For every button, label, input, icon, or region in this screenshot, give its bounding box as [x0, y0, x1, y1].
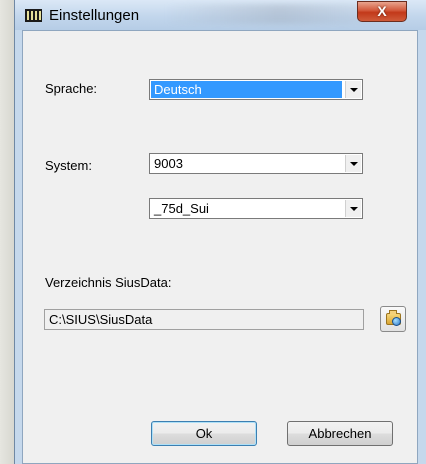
system-value: 9003 [154, 156, 183, 171]
language-dropdown[interactable]: Deutsch [149, 79, 363, 100]
system-variant-dropdown[interactable]: _75d_Sui [149, 198, 363, 219]
globe-icon [392, 317, 401, 326]
chevron-down-icon[interactable] [345, 81, 361, 98]
dialog-client-area: Sprache: Deutsch System: 9003 _75d_Sui V… [22, 30, 418, 464]
system-label: System: [45, 158, 92, 173]
data-dir-label: Verzeichnis SiusData: [45, 275, 172, 290]
app-icon [25, 9, 42, 22]
close-button[interactable]: X [357, 1, 407, 22]
system-dropdown[interactable]: 9003 [149, 153, 363, 174]
dialog-title: Einstellungen [49, 7, 140, 24]
data-dir-path-field[interactable]: C:\SIUS\SiusData [44, 309, 364, 330]
settings-dialog: Einstellungen X Sprache: Deutsch System:… [14, 0, 426, 464]
background-window [0, 0, 14, 464]
title-bar[interactable]: Einstellungen X [15, 0, 426, 30]
ok-button[interactable]: Ok [151, 421, 257, 446]
language-label: Sprache: [45, 81, 98, 96]
system-variant-value: _75d_Sui [154, 201, 209, 216]
language-value: Deutsch [151, 81, 342, 98]
browse-button[interactable] [380, 306, 406, 332]
cancel-button[interactable]: Abbrechen [287, 421, 393, 446]
chevron-down-icon[interactable] [345, 200, 361, 217]
chevron-down-icon[interactable] [345, 155, 361, 172]
